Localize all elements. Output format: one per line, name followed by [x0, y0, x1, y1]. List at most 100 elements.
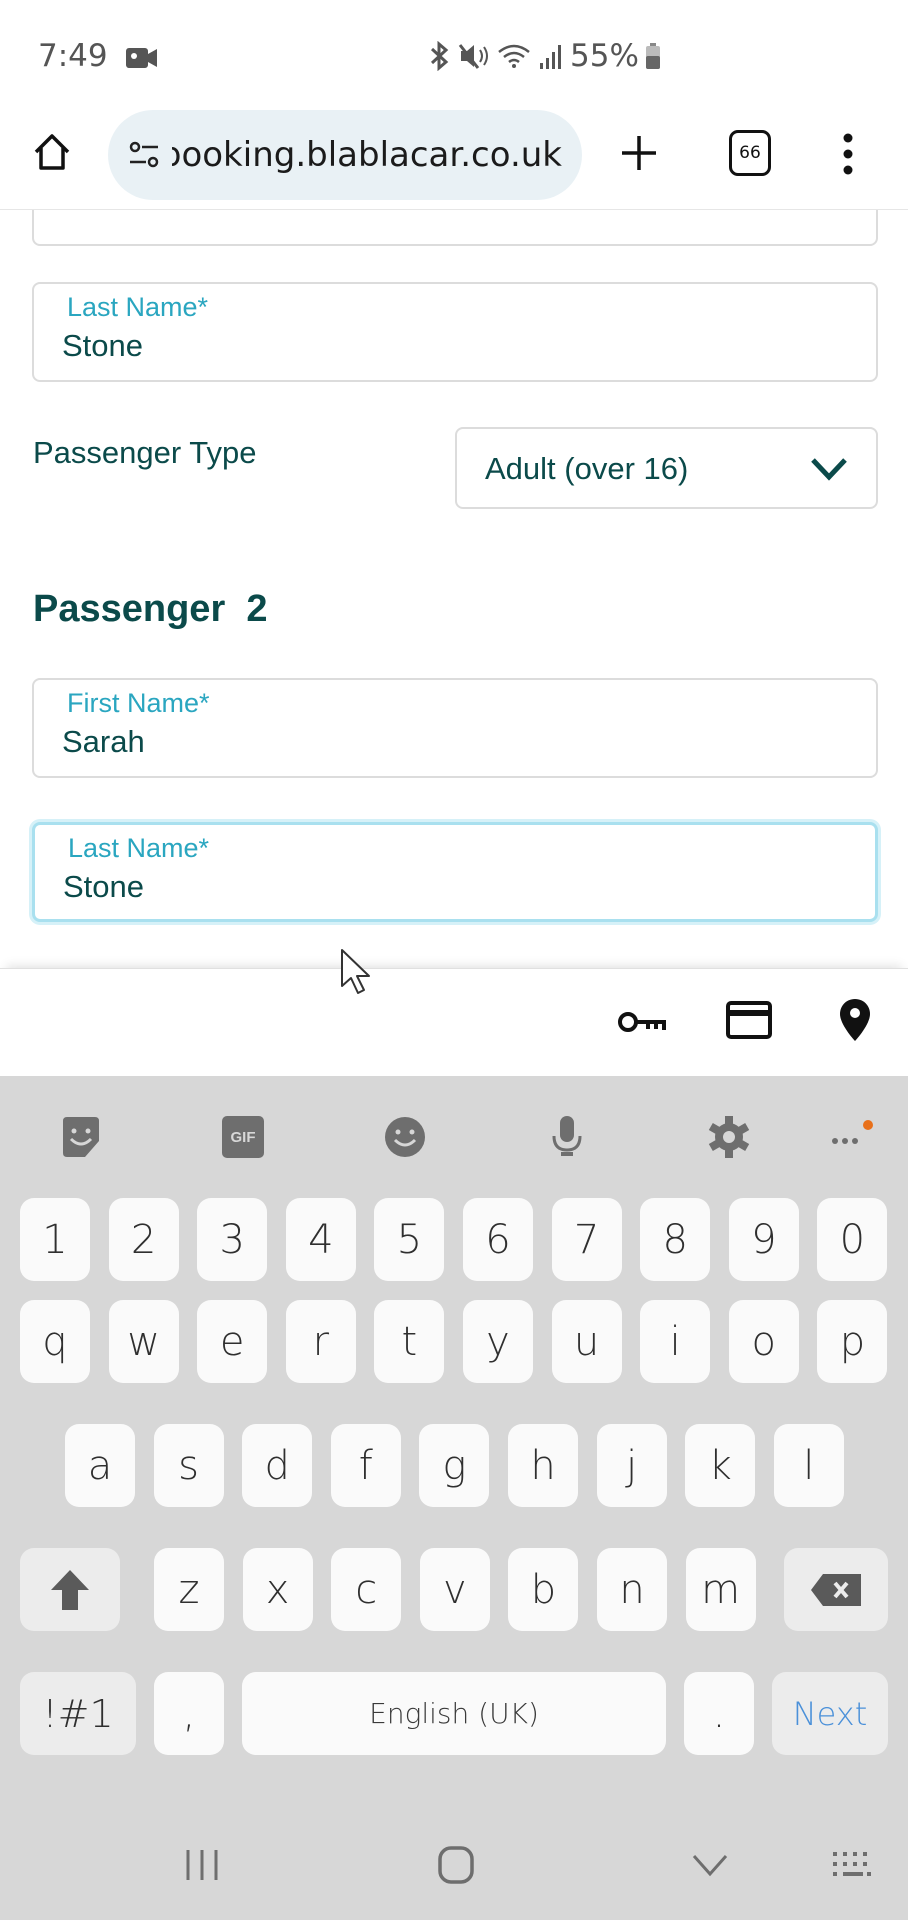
notification-dot — [863, 1120, 873, 1130]
gif-button[interactable]: GIF — [218, 1112, 268, 1162]
space-key[interactable]: English (UK) — [242, 1672, 666, 1755]
clock: 7:49 — [38, 38, 108, 74]
home-nav-button[interactable] — [434, 1840, 478, 1890]
status-time: 7:49 — [38, 38, 159, 74]
p2-last-name-field[interactable]: Last Name* Stone — [32, 822, 878, 922]
key-g[interactable]: g — [419, 1424, 490, 1507]
key-p[interactable]: p — [817, 1300, 888, 1383]
key-m[interactable]: m — [685, 1548, 756, 1631]
field-label: First Name* — [67, 688, 210, 718]
voice-input-button[interactable] — [542, 1112, 592, 1162]
backspace-icon — [811, 1573, 861, 1606]
url-text[interactable]: booking.blablacar.co.uk — [172, 135, 562, 175]
keyboard-switch-button[interactable] — [828, 1840, 878, 1890]
key-2[interactable]: 2 — [108, 1198, 179, 1281]
key-a[interactable]: a — [65, 1424, 135, 1507]
key-f[interactable]: f — [330, 1424, 401, 1507]
symbols-key[interactable]: !#1 — [20, 1672, 136, 1755]
autofill-bar — [0, 968, 908, 1076]
field-label: Last Name* — [68, 833, 210, 863]
video-record-icon — [126, 47, 158, 68]
emoji-icon — [385, 1117, 425, 1157]
period-key[interactable]: . — [684, 1672, 754, 1755]
key-5[interactable]: 5 — [374, 1198, 445, 1281]
bluetooth-icon — [430, 41, 449, 71]
mouse-cursor-icon — [341, 949, 370, 994]
key-1[interactable]: 1 — [20, 1198, 90, 1281]
field-value[interactable]: Sarah — [62, 724, 145, 760]
sticker-icon — [63, 1117, 99, 1157]
keyboard: GIF !#1 , English (UK) . Next 1234567890… — [0, 1076, 908, 1920]
field-value[interactable]: Stone — [62, 328, 143, 364]
key-4[interactable]: 4 — [285, 1198, 356, 1281]
key-6[interactable]: 6 — [463, 1198, 533, 1281]
key-c[interactable]: c — [331, 1548, 402, 1631]
key-icon — [618, 1012, 666, 1032]
site-settings-icon[interactable] — [126, 137, 162, 173]
payment-methods-button[interactable] — [726, 1001, 772, 1044]
key-e[interactable]: e — [197, 1300, 268, 1383]
location-pin-icon — [840, 999, 870, 1041]
new-tab-button[interactable] — [618, 132, 660, 179]
recent-apps-icon — [186, 1850, 218, 1880]
key-3[interactable]: 3 — [197, 1198, 268, 1281]
status-bar: 7:49 55% — [0, 0, 908, 110]
key-x[interactable]: x — [242, 1548, 313, 1631]
addresses-button[interactable] — [838, 997, 872, 1048]
keyboard-settings-button[interactable] — [704, 1112, 754, 1162]
key-l[interactable]: l — [773, 1424, 844, 1507]
menu-button[interactable] — [840, 132, 856, 181]
mute-icon — [458, 44, 488, 69]
next-key[interactable]: Next — [772, 1672, 888, 1755]
key-n[interactable]: n — [597, 1548, 667, 1631]
signal-icon — [540, 45, 561, 69]
field-value[interactable]: Stone — [63, 869, 144, 905]
home-icon — [34, 134, 70, 170]
more-icon — [832, 1120, 873, 1144]
key-w[interactable]: w — [108, 1300, 179, 1383]
tab-switcher-button[interactable]: 66 — [729, 130, 771, 176]
emoji-button[interactable] — [380, 1112, 430, 1162]
passenger-type-select[interactable]: Adult (over 16) — [455, 427, 878, 509]
key-8[interactable]: 8 — [640, 1198, 711, 1281]
key-7[interactable]: 7 — [551, 1198, 622, 1281]
key-v[interactable]: v — [419, 1548, 490, 1631]
home-button[interactable] — [30, 130, 74, 179]
key-r[interactable]: r — [285, 1300, 356, 1383]
p1-last-name-field[interactable]: Last Name* Stone — [32, 282, 878, 382]
passenger-2-heading: Passenger 2 — [33, 588, 268, 630]
key-j[interactable]: j — [596, 1424, 667, 1507]
more-options-button[interactable] — [826, 1112, 876, 1162]
passwords-button[interactable] — [616, 1005, 668, 1044]
p2-first-name-field[interactable]: First Name* Sarah — [32, 678, 878, 778]
key-h[interactable]: h — [508, 1424, 578, 1507]
passenger-type-value: Adult (over 16) — [485, 451, 689, 486]
chevron-down-nav-icon — [692, 1855, 728, 1877]
comma-key[interactable]: , — [154, 1672, 224, 1755]
microphone-icon — [552, 1116, 582, 1156]
key-u[interactable]: u — [551, 1300, 622, 1383]
key-o[interactable]: o — [728, 1300, 799, 1383]
shift-key[interactable] — [20, 1548, 120, 1631]
key-q[interactable]: q — [20, 1300, 90, 1383]
key-9[interactable]: 9 — [728, 1198, 799, 1281]
address-bar[interactable]: booking.blablacar.co.uk — [108, 110, 582, 200]
key-b[interactable]: b — [508, 1548, 579, 1631]
p1-first-name-field[interactable] — [32, 210, 878, 246]
recent-apps-button[interactable] — [180, 1840, 224, 1890]
key-s[interactable]: s — [153, 1424, 224, 1507]
sticker-button[interactable] — [56, 1112, 106, 1162]
back-nav-button[interactable] — [688, 1840, 732, 1890]
key-k[interactable]: k — [685, 1424, 756, 1507]
backspace-key[interactable] — [784, 1548, 888, 1631]
key-i[interactable]: i — [640, 1300, 711, 1383]
passenger-type-label: Passenger Type — [33, 435, 257, 470]
key-0[interactable]: 0 — [817, 1198, 888, 1281]
gif-label: GIF — [230, 1128, 256, 1146]
shift-arrow-icon — [51, 1569, 89, 1610]
key-y[interactable]: y — [463, 1300, 533, 1383]
key-z[interactable]: z — [154, 1548, 224, 1631]
key-t[interactable]: t — [374, 1300, 445, 1383]
key-d[interactable]: d — [242, 1424, 313, 1507]
wifi-icon — [498, 44, 530, 68]
